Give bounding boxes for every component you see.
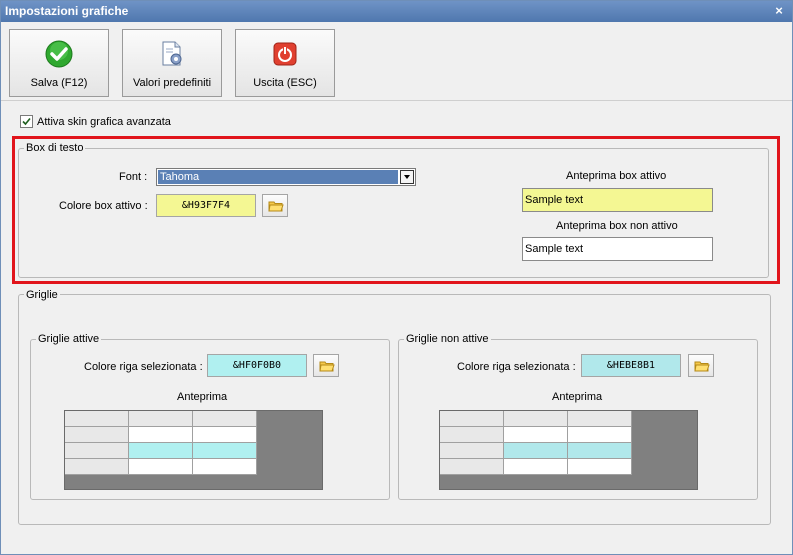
close-icon[interactable]: × (772, 1, 786, 22)
save-button-label: Salva (F12) (30, 77, 88, 89)
grid-row-header-cell (65, 443, 129, 459)
grid-cell (504, 459, 568, 475)
settings-window: Impostazioni grafiche × Salva (F12) Valo… (0, 0, 793, 555)
griglie-non-attive-colore-field[interactable]: &HEBE8B1 (581, 354, 681, 377)
grid-header-cell (504, 411, 568, 427)
griglie-attive-colore-field[interactable]: &HF0F0B0 (207, 354, 307, 377)
skin-checkbox-label: Attiva skin grafica avanzata (37, 116, 171, 128)
grid-cell (129, 459, 193, 475)
grid-header-cell (568, 411, 632, 427)
exit-button-label: Uscita (ESC) (253, 77, 317, 89)
save-button[interactable]: Salva (F12) (9, 29, 109, 97)
griglie-attive-colore-label: Colore riga selezionata : (84, 361, 203, 373)
grid-row-header-cell (440, 427, 504, 443)
griglie-attive-preview-grid (64, 410, 323, 490)
griglie-legend: Griglie (24, 289, 60, 302)
window-title: Impostazioni grafiche (5, 4, 129, 18)
griglie-attive-preview-label: Anteprima (177, 391, 228, 403)
folder-button-griglie-non-attive[interactable] (688, 354, 714, 377)
grid-selected-cell (504, 443, 568, 459)
grid-row-header-cell (65, 459, 129, 475)
griglie-non-attive-colore-label: Colore riga selezionata : (457, 361, 576, 373)
grid-header-cell (193, 411, 257, 427)
skin-checkbox[interactable] (20, 115, 33, 128)
highlight-rectangle (12, 136, 780, 284)
folder-button-griglie-attive[interactable] (313, 354, 339, 377)
check-circle-icon (45, 40, 73, 68)
grid-cell (504, 427, 568, 443)
grid-row-header-cell (440, 443, 504, 459)
grid-selected-cell (193, 443, 257, 459)
grid-cell (193, 459, 257, 475)
folder-icon (694, 361, 710, 372)
griglie-non-attive-preview-grid (439, 410, 698, 490)
defaults-button[interactable]: Valori predefiniti (122, 29, 222, 97)
grid-cell (568, 427, 632, 443)
grid-cell (568, 459, 632, 475)
grid-cell (193, 427, 257, 443)
grid-header-cell (129, 411, 193, 427)
title-bar: Impostazioni grafiche × (1, 1, 792, 22)
grid-selected-cell (129, 443, 193, 459)
exit-button[interactable]: Uscita (ESC) (235, 29, 335, 97)
grid-row-header-cell (440, 459, 504, 475)
folder-icon (319, 361, 335, 372)
defaults-button-label: Valori predefiniti (132, 77, 212, 89)
document-gear-icon (162, 41, 182, 66)
griglie-non-attive-preview-label: Anteprima (552, 391, 603, 403)
grid-header-cell (440, 411, 504, 427)
grid-selected-cell (568, 443, 632, 459)
toolbar: Salva (F12) Valori predefiniti Uscita (E… (1, 23, 792, 101)
power-icon (273, 42, 297, 66)
grid-cell (129, 427, 193, 443)
griglie-non-attive-legend: Griglie non attive (404, 333, 491, 346)
griglie-attive-legend: Griglie attive (36, 333, 102, 346)
checkmark-icon (22, 117, 31, 126)
grid-row-header-cell (65, 427, 129, 443)
grid-header-cell (65, 411, 129, 427)
